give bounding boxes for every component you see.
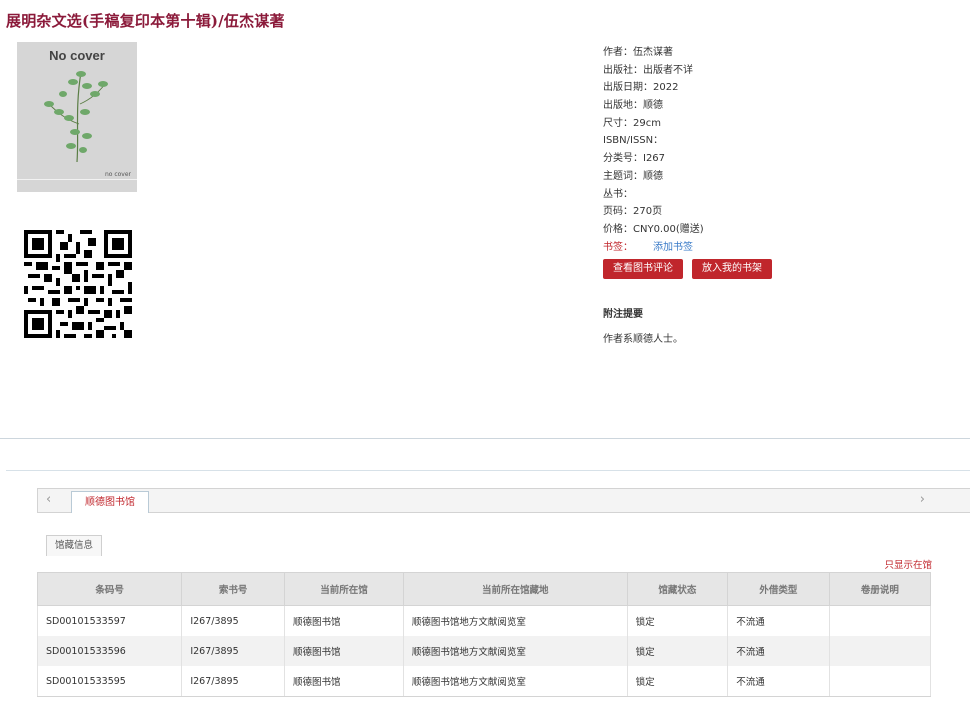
detail-isbn: ISBN/ISSN： bbox=[603, 135, 664, 147]
column-call-number: 索书号 bbox=[181, 572, 285, 606]
column-barcode: 条码号 bbox=[36, 572, 183, 606]
cell-status: 锁定 bbox=[626, 605, 729, 636]
add-bookmark-link[interactable]: 添加书签 bbox=[653, 242, 693, 253]
cell-status: 锁定 bbox=[626, 636, 729, 666]
detail-publish-place: 出版地：顺德 bbox=[603, 100, 663, 112]
book-details: 作者：伍杰谋著 出版社：出版者不详 出版日期：2022 出版地：顺德 尺寸：29… bbox=[603, 44, 704, 256]
cell-library: 顺德图书馆 bbox=[283, 636, 404, 666]
cell-status: 锁定 bbox=[626, 666, 729, 697]
detail-publisher: 出版社：出版者不详 bbox=[603, 64, 693, 76]
table-row: SD00101533596 I267/3895 顺德图书馆 顺德图书馆地方文献阅… bbox=[36, 636, 932, 666]
library-tab-bar: ‹ › bbox=[37, 488, 970, 513]
cover-main-text: No cover bbox=[49, 48, 105, 63]
detail-author: 作者：伍杰谋著 bbox=[603, 47, 673, 58]
column-library: 当前所在馆 bbox=[283, 572, 404, 606]
cell-call-number: I267/3895 bbox=[181, 605, 285, 636]
cell-library: 顺德图书馆 bbox=[283, 605, 404, 636]
cell-location: 顺德图书馆地方文献阅览室 bbox=[402, 666, 628, 697]
cell-library: 顺德图书馆 bbox=[283, 666, 404, 697]
view-reviews-button[interactable]: 查看图书评论 bbox=[603, 259, 683, 279]
cell-call-number: I267/3895 bbox=[181, 636, 285, 666]
detail-series: 丛书： bbox=[603, 188, 633, 200]
cover-corner-text: no cover bbox=[104, 171, 131, 178]
detail-price: 价格：CNY0.00(赠送) bbox=[603, 223, 704, 235]
cell-loan-type: 不流通 bbox=[727, 666, 830, 697]
cell-location: 顺德图书馆地方文献阅览室 bbox=[402, 605, 628, 636]
qr-code-icon bbox=[24, 230, 132, 338]
column-location: 当前所在馆藏地 bbox=[402, 572, 628, 606]
detail-subject: 主题词：顺德 bbox=[603, 170, 663, 182]
book-title: 展明杂文选(手稿复印本第十辑)/伍杰谋著 bbox=[6, 12, 285, 30]
cell-location: 顺德图书馆地方文献阅览室 bbox=[402, 636, 628, 666]
cell-volume-note bbox=[828, 636, 932, 666]
detail-size: 尺寸：29cm bbox=[603, 117, 661, 129]
cover-divider bbox=[17, 179, 137, 180]
detail-classification: 分类号：I267 bbox=[603, 153, 666, 165]
section-divider bbox=[0, 438, 970, 439]
cell-loan-type: 不流通 bbox=[727, 605, 830, 636]
table-row: SD00101533595 I267/3895 顺德图书馆 顺德图书馆地方文献阅… bbox=[36, 666, 932, 697]
bookmark-label: 书签： bbox=[603, 241, 633, 253]
book-cover-image: No cover no cover bbox=[17, 42, 137, 192]
table-row: SD00101533597 I267/3895 顺德图书馆 顺德图书馆地方文献阅… bbox=[36, 605, 932, 636]
cell-volume-note bbox=[828, 605, 932, 636]
bookmark-row: 书签： 添加书签 bbox=[603, 239, 704, 257]
show-available-only-link[interactable]: 只显示在馆 bbox=[884, 557, 932, 571]
cell-barcode: SD00101533597 bbox=[36, 605, 183, 636]
chevron-left-icon[interactable]: ‹ bbox=[46, 492, 51, 507]
plant-illustration bbox=[44, 71, 108, 163]
note-text: 作者系顺德人士。 bbox=[603, 334, 683, 345]
cell-barcode: SD00101533596 bbox=[36, 636, 183, 666]
holdings-table: 条码号 索书号 当前所在馆 当前所在馆藏地 馆藏状态 外借类型 卷册说明 SD0… bbox=[36, 572, 932, 697]
column-volume-note: 卷册说明 bbox=[828, 572, 932, 606]
tab-holdings-info[interactable]: 馆藏信息 bbox=[46, 535, 103, 556]
note-title: 附注提要 bbox=[603, 309, 643, 320]
column-status: 馆藏状态 bbox=[626, 572, 729, 606]
cell-barcode: SD00101533595 bbox=[36, 666, 183, 697]
cell-call-number: I267/3895 bbox=[181, 666, 285, 697]
tab-library[interactable]: 顺德图书馆 bbox=[71, 491, 149, 513]
detail-pages: 页码：270页 bbox=[603, 206, 663, 218]
chevron-right-icon[interactable]: › bbox=[920, 492, 925, 507]
cell-loan-type: 不流通 bbox=[727, 636, 830, 666]
column-loan-type: 外借类型 bbox=[727, 572, 830, 606]
table-header-row: 条码号 索书号 当前所在馆 当前所在馆藏地 馆藏状态 外借类型 卷册说明 bbox=[36, 572, 932, 606]
detail-publish-date: 出版日期：2022 bbox=[603, 82, 679, 94]
add-to-shelf-button[interactable]: 放入我的书架 bbox=[692, 259, 772, 279]
cell-volume-note bbox=[828, 666, 932, 697]
